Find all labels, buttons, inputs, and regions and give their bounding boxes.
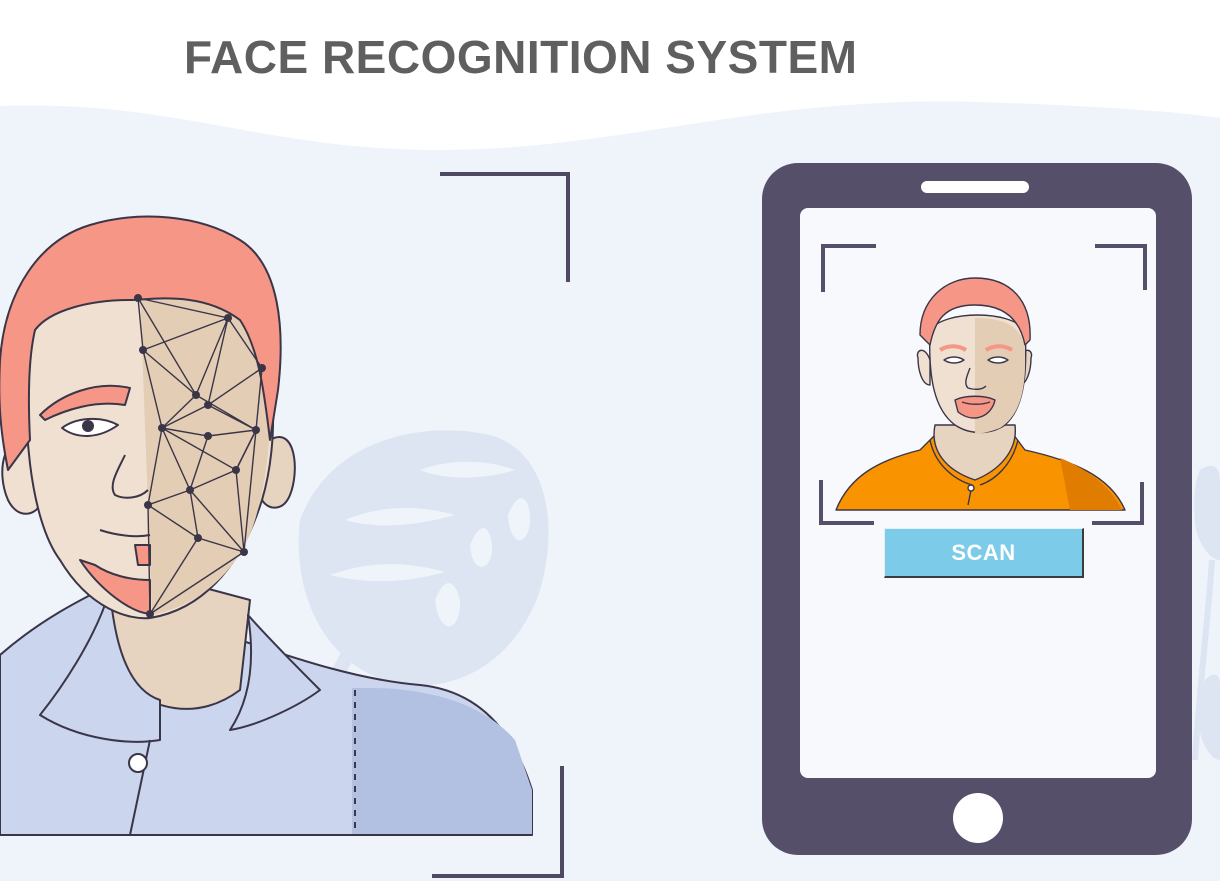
page-title: FACE RECOGNITION SYSTEM bbox=[184, 31, 858, 83]
illustration-canvas bbox=[0, 101, 1220, 881]
phone-home-button[interactable] bbox=[953, 793, 1003, 843]
phone-speaker bbox=[921, 181, 1029, 193]
scan-button[interactable]: SCAN bbox=[884, 528, 1084, 578]
